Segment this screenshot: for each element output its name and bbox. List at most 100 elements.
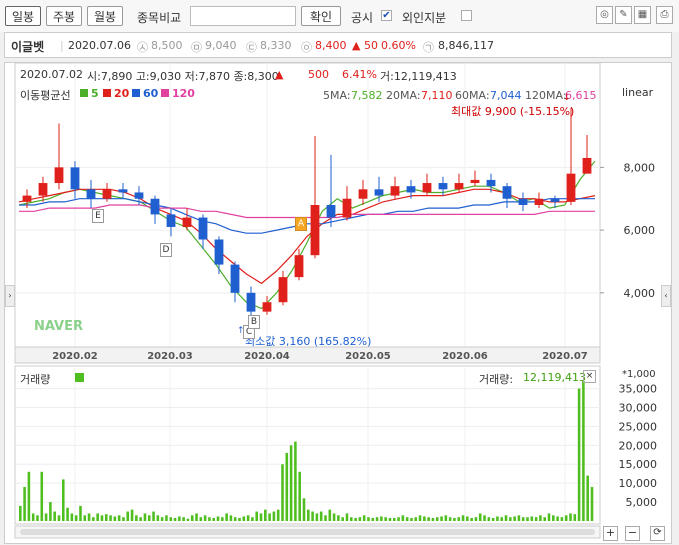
marker-d[interactable]: D — [160, 243, 172, 257]
candle-body — [358, 189, 368, 199]
ma20-value: 7,110 — [421, 89, 453, 102]
x-tick-label: 2020.03 — [147, 351, 193, 362]
ma60-legend: 60 — [143, 87, 159, 100]
candle-body — [518, 198, 528, 205]
ma60-value: 7,044 — [490, 89, 522, 102]
scroll-thumb[interactable] — [20, 529, 595, 535]
foreign-checkbox[interactable] — [461, 10, 472, 21]
candle-body — [102, 189, 112, 199]
change-pct: 0.60% — [381, 39, 416, 52]
volume-bar — [371, 517, 375, 521]
volume-value-display: 12,119,413 — [523, 371, 586, 384]
volume-bar — [23, 486, 26, 521]
chart-area[interactable]: 8,000 6,000 4,000 2020.02 2020.03 2020.04 202… — [4, 62, 672, 544]
price-chart-svg[interactable]: 8,0006,0004,000 2020.02 2020.03 2020.04 202… — [5, 63, 671, 543]
volume-close-icon[interactable]: × — [583, 370, 596, 383]
volume-bar — [547, 513, 551, 521]
volume-bar — [298, 471, 301, 521]
compare-label: 종목비교 — [137, 11, 182, 25]
volume-bar — [49, 502, 52, 521]
volume-bar — [113, 516, 117, 521]
volume-bar — [487, 517, 491, 521]
tab-daily[interactable]: 일봉 — [5, 6, 41, 26]
candle-body — [246, 292, 256, 312]
volume-bar — [521, 517, 525, 521]
volume-bar — [139, 517, 142, 521]
right-collapse-icon[interactable]: ‹ — [661, 285, 671, 307]
header-ohlc: 시:7,890 고:9,030 저:7,870 종:8,300 — [87, 70, 279, 83]
volume-bar — [418, 515, 422, 521]
volume-bar — [152, 511, 155, 521]
print-icon[interactable]: ⎙ — [656, 6, 673, 24]
volume-bar — [160, 517, 164, 521]
volume-bar — [92, 517, 95, 521]
volume-tick-label: 5,000 — [626, 496, 658, 509]
volume-bar — [259, 513, 263, 521]
candle-body — [150, 198, 160, 215]
ma5-value: 7,582 — [351, 89, 383, 102]
confirm-button[interactable]: 확인 — [301, 6, 341, 26]
volume-tick-label: 10,000 — [619, 477, 658, 490]
volume-bar — [122, 517, 125, 521]
toolbar: 일봉 주봉 월봉 종목비교 확인 공시 ✔ 외인지분 ◎ ✎ ▦ ⎙ — [0, 0, 679, 32]
marker-a[interactable]: A — [295, 217, 307, 231]
volume-bar — [87, 513, 91, 521]
volume-bar — [577, 388, 581, 521]
compare-input[interactable] — [190, 6, 296, 26]
volume-bar — [229, 515, 233, 521]
volume-bar — [307, 509, 310, 521]
marker-b[interactable]: B — [248, 315, 260, 329]
low-value: 8,330 — [260, 39, 292, 52]
ma5-swatch — [80, 89, 88, 97]
pen-icon[interactable]: ✎ — [615, 6, 632, 24]
volume-bar — [173, 517, 177, 521]
volume-bar — [509, 517, 512, 521]
volume-bar — [165, 515, 168, 521]
volume-bar — [461, 515, 465, 521]
volume-bar — [40, 471, 44, 521]
candle-body — [134, 192, 144, 199]
x-tick-label: 2020.05 — [345, 351, 391, 362]
bulb-icon[interactable]: ◎ — [596, 6, 613, 24]
volume-bar — [534, 517, 538, 521]
volume-bar — [135, 515, 138, 521]
volume-bar — [126, 511, 130, 521]
candle-body — [582, 157, 592, 174]
disclosure-checkbox[interactable]: ✔ — [381, 10, 392, 21]
left-expand-icon[interactable]: › — [5, 285, 15, 307]
marker-e[interactable]: E — [92, 209, 104, 223]
ma60-swatch — [132, 89, 140, 97]
tab-monthly[interactable]: 월봉 — [87, 6, 123, 26]
scale-mode[interactable]: linear — [622, 86, 653, 99]
volume-bar — [53, 511, 56, 521]
volume-bar — [332, 513, 336, 521]
tab-weekly[interactable]: 주봉 — [46, 6, 82, 26]
volume-bar — [70, 513, 74, 521]
volume-bar — [470, 517, 473, 521]
candle-body — [214, 239, 224, 265]
candle-body — [166, 214, 176, 227]
stock-name: 이글벳 — [11, 40, 45, 54]
zoom-in-button[interactable]: + — [603, 526, 618, 541]
volume-bar — [457, 517, 461, 521]
volume-bar — [483, 515, 486, 521]
candle-body — [182, 217, 192, 227]
volume-bar — [195, 513, 198, 521]
refresh-button[interactable]: ⟳ — [650, 526, 665, 541]
ma5-label: 5MA: — [323, 89, 351, 102]
ma60-label: 60MA: — [455, 89, 490, 102]
volume-bar — [315, 513, 319, 521]
min-annotation: 최소값 3,160 (165.82%) — [245, 335, 372, 348]
volume-bar — [543, 517, 546, 521]
volume-bar — [496, 516, 499, 521]
candle-body — [438, 183, 448, 190]
volume-bar — [384, 517, 387, 521]
chart-type-icon[interactable]: ▦ — [634, 6, 651, 24]
open-value: 8,500 — [151, 39, 183, 52]
volume-bar — [57, 515, 61, 521]
foreign-label: 외인지분 — [402, 11, 447, 25]
volume-bar — [324, 515, 327, 521]
zoom-out-button[interactable]: − — [625, 526, 640, 541]
volume-bar — [221, 517, 224, 521]
volume-bar — [319, 511, 323, 521]
